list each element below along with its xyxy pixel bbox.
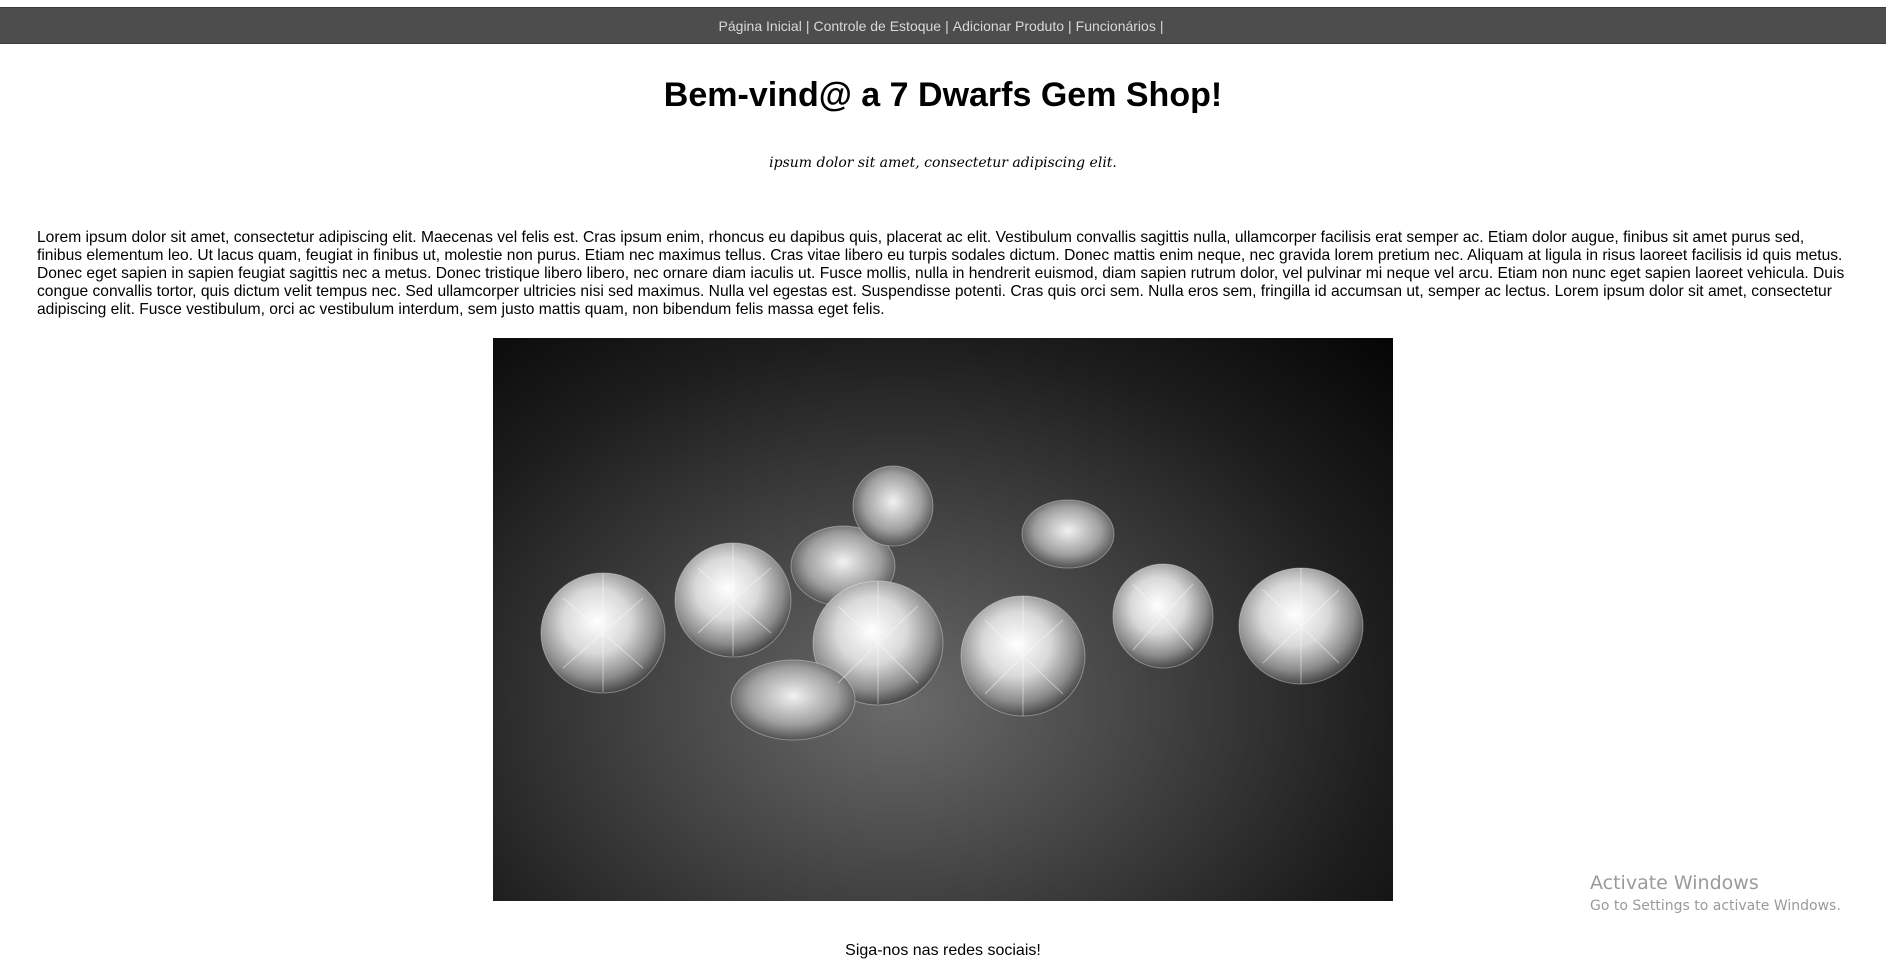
gem-facets <box>562 544 1340 716</box>
windows-activation-watermark: Activate Windows Go to Settings to activ… <box>1590 872 1841 914</box>
diamonds-image <box>493 338 1393 901</box>
nav-separator: | <box>1068 17 1072 34</box>
nav-separator: | <box>945 17 949 34</box>
social-follow-text: Siga-nos nas redes sociais! <box>845 942 1041 959</box>
nav-separator: | <box>805 17 810 34</box>
nav-link-pagina-inicial[interactable]: Página Inicial <box>719 18 802 34</box>
nav-link-funcionarios[interactable]: Funcionários <box>1076 18 1156 34</box>
page-title: Bem-vind@ a 7 Dwarfs Gem Shop! <box>663 76 1223 114</box>
nav-separator: | <box>1159 17 1164 34</box>
top-navigation-bar: Página Inicial | Controle de Estoque | A… <box>0 7 1886 44</box>
page-subtitle: ipsum dolor sit amet, consectetur adipis… <box>769 155 1117 171</box>
gem-shape <box>540 465 1364 741</box>
diamonds-illustration <box>540 465 1364 741</box>
nav-link-adicionar-produto[interactable]: Adicionar Produto <box>953 18 1064 34</box>
watermark-subtitle: Go to Settings to activate Windows. <box>1590 898 1841 914</box>
watermark-title: Activate Windows <box>1590 872 1759 894</box>
nav-link-controle-de-estoque[interactable]: Controle de Estoque <box>813 18 941 34</box>
intro-paragraph: Lorem ipsum dolor sit amet, consectetur … <box>37 229 1845 318</box>
